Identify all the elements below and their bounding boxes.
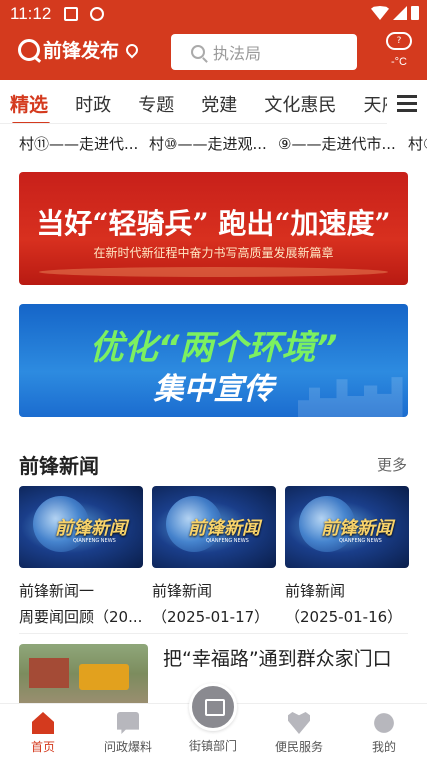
nav-departments-label: 街镇部门 <box>188 739 237 753</box>
cloud-icon: ? <box>386 32 412 50</box>
chat-icon <box>117 712 139 734</box>
status-time: 11:12 <box>10 4 52 23</box>
logo-icon <box>18 38 40 61</box>
ticker-item[interactable]: ⑨——走进代市... <box>278 133 396 154</box>
banner-title: 优化“两个环境” <box>89 328 338 368</box>
weather-widget[interactable]: ? -°C <box>382 30 416 74</box>
app-logo[interactable]: 前锋发布 <box>18 36 141 63</box>
banner-environment[interactable]: 优化“两个环境” 集中宣传 <box>19 304 408 417</box>
news-caption: 前锋新闻一 周要闻回顾（20... <box>19 582 143 626</box>
notification-icon <box>90 7 104 21</box>
nav-profile[interactable]: 我的 <box>344 710 424 755</box>
tab-party[interactable]: 党建 <box>201 91 237 117</box>
system-icons <box>371 6 419 20</box>
news-card[interactable]: 前锋新闻 QIANFENG NEWS 前锋新闻 （2025-01-16） <box>285 486 409 630</box>
section-title: 前锋新闻 <box>19 454 99 478</box>
person-icon <box>374 713 394 733</box>
tab-featured[interactable]: 精选 <box>10 90 51 123</box>
nav-services[interactable]: 便民服务 <box>259 710 339 755</box>
news-caption: 前锋新闻 （2025-01-17） <box>152 582 270 626</box>
news-image <box>19 644 148 704</box>
weather-temperature: -°C <box>390 56 407 68</box>
ticker-item[interactable]: 村⑩——走进观... <box>149 133 267 154</box>
banner-speed[interactable]: 当好“轻骑兵” 跑出“加速度” 在新时代新征程中奋力书写高质量发展新篇章 <box>19 172 408 285</box>
ticker-item[interactable]: 村⑪——走进代... <box>19 133 138 154</box>
nav-home[interactable]: 首页 <box>3 710 83 755</box>
home-icon <box>32 712 54 734</box>
battery-icon <box>411 6 419 20</box>
search-icon <box>191 45 205 59</box>
menu-icon[interactable] <box>387 80 427 124</box>
app-header: 11:12 前锋发布 执法局 ? -°C <box>0 0 427 80</box>
map-icon <box>205 699 225 716</box>
news-card[interactable]: 前锋新闻 QIANFENG NEWS 前锋新闻 （2025-01-17） <box>152 486 276 630</box>
channel-tabs: 精选 时政 专题 党建 文化惠民 天府 <box>0 80 427 124</box>
more-link[interactable]: 更多 <box>377 454 407 475</box>
banner-title: 当好“轻骑兵” 跑出“加速度” <box>36 207 391 240</box>
search-input[interactable]: 执法局 <box>171 34 357 70</box>
tab-topics[interactable]: 专题 <box>138 91 174 117</box>
banner-subtitle: 集中宣传 <box>153 372 274 407</box>
news-thumbnail: 前锋新闻 QIANFENG NEWS <box>285 486 409 568</box>
wifi-icon <box>371 6 389 20</box>
status-bar: 11:12 <box>0 0 427 28</box>
search-placeholder: 执法局 <box>213 44 262 63</box>
banner-subtitle: 在新时代新征程中奋力书写高质量发展新篇章 <box>93 246 334 260</box>
divider <box>19 633 408 634</box>
tab-politics[interactable]: 时政 <box>75 91 111 117</box>
ticker-item[interactable]: 村⑧ <box>408 133 427 154</box>
news-card[interactable]: 前锋新闻 QIANFENG NEWS 前锋新闻一 周要闻回顾（20... <box>19 486 143 630</box>
app-name: 前锋发布 <box>43 40 120 62</box>
notification-icon <box>64 7 78 21</box>
headline-ticker: 村⑪——走进代... 村⑩——走进观... ⑨——走进代市... 村⑧ <box>0 128 427 158</box>
nav-report[interactable]: 问政爆料 <box>88 710 168 755</box>
heart-icon <box>288 712 310 734</box>
signal-icon <box>393 6 407 20</box>
news-thumbnail: 前锋新闻 QIANFENG NEWS <box>19 486 143 568</box>
news-caption: 前锋新闻 （2025-01-16） <box>285 582 403 626</box>
news-title: 把“幸福路”通到群众家门口 <box>163 648 392 670</box>
excavator-graphic <box>79 664 129 690</box>
news-thumbnail: 前锋新闻 QIANFENG NEWS <box>152 486 276 568</box>
nav-departments[interactable] <box>189 683 237 731</box>
location-pin-icon[interactable] <box>123 41 141 58</box>
tab-culture[interactable]: 文化惠民 <box>264 91 336 117</box>
